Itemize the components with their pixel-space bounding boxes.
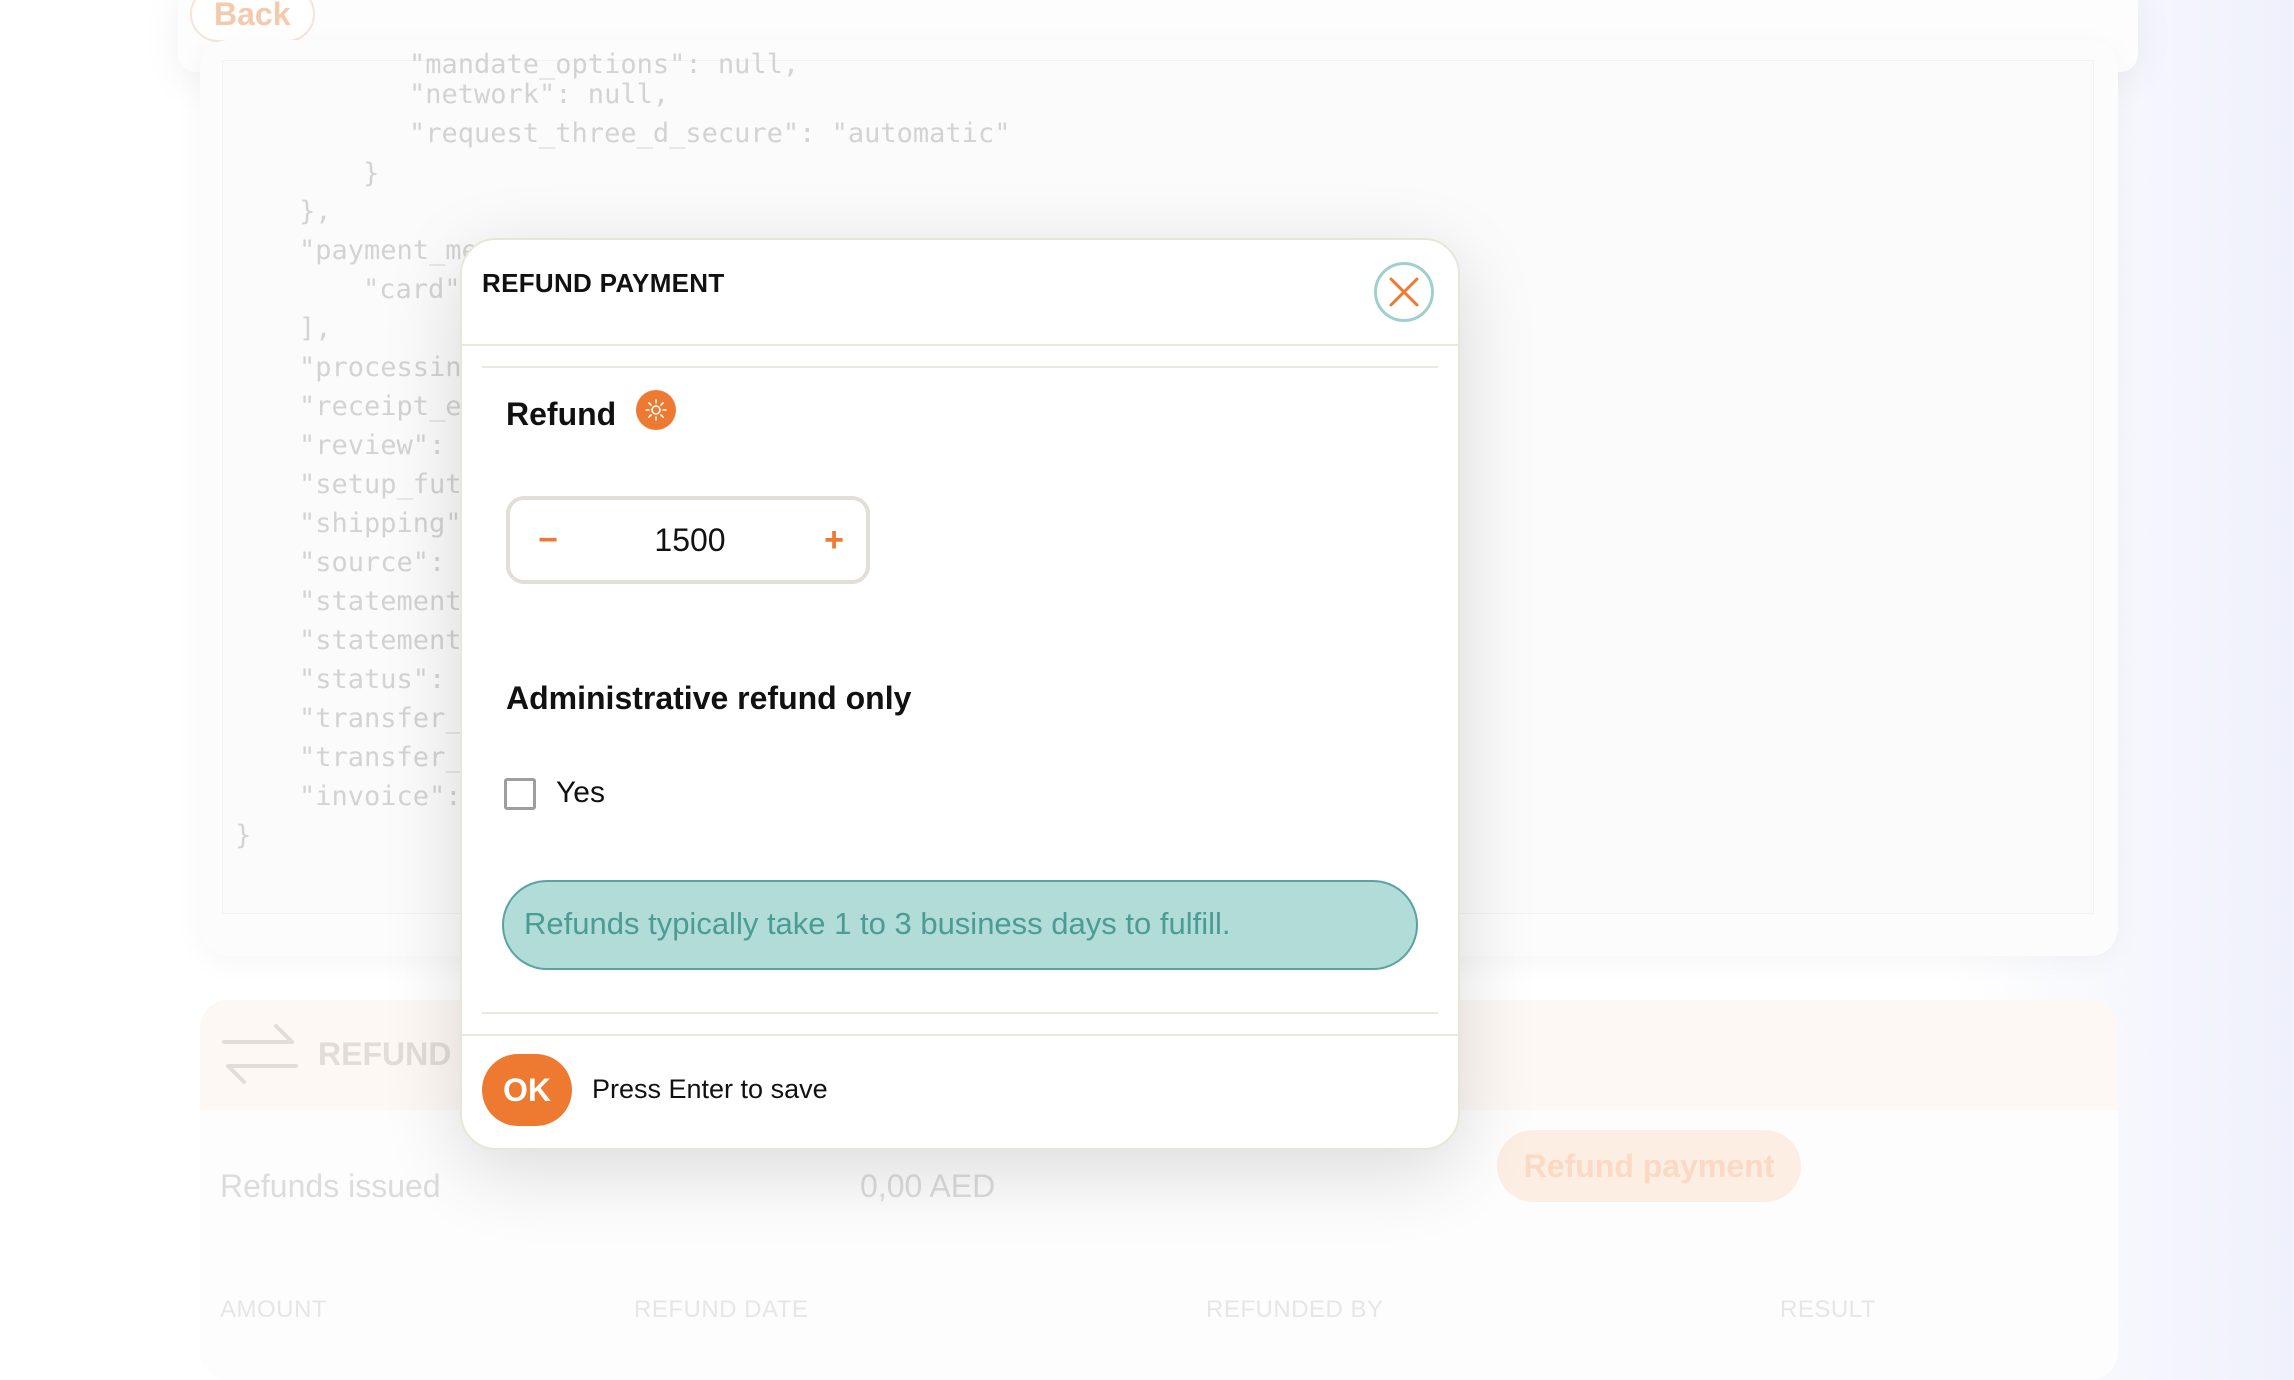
json-line: "source": n [299,547,478,578]
column-header-amount: AMOUNT [220,1296,327,1323]
ok-button[interactable]: OK [482,1054,572,1126]
refund-amount-input[interactable]: 1500 [590,514,790,566]
close-button[interactable] [1374,262,1434,322]
json-line: "invoice": [299,781,462,812]
json-line: "transfer_d [299,703,478,734]
json-line: "transfer_g [299,742,478,773]
json-line: "receipt_em [299,391,478,422]
refund-amount-stepper[interactable]: − 1500 + [506,496,870,584]
json-line: "statement_ [299,586,478,617]
footer-top-border [462,1034,1458,1036]
json-line: "network": null, [409,79,670,110]
refund-payment-dialog: REFUND PAYMENT Refund − 1500 + Administr… [460,238,1460,1150]
refund-label: Refund [506,396,617,432]
refunds-issued-label: Refunds issued [220,1168,441,1204]
swap-arrows-icon [220,1020,300,1095]
json-line: "request_three_d_secure": "automatic" [409,118,1011,149]
json-line: } [235,820,252,851]
column-header-result: RESULT [1780,1296,1876,1323]
refund-payment-button[interactable]: Refund payment [1497,1130,1801,1202]
checkbox-label[interactable]: Yes [556,776,605,810]
json-line: }, [299,196,332,227]
json-line: "status": " [299,664,478,695]
refunds-issued-value: 0,00 AED [860,1168,996,1204]
json-line: "setup_futu [299,469,478,500]
json-line: ], [299,313,332,344]
json-line: } [363,158,380,189]
json-line: "review": n [299,430,478,461]
back-button[interactable]: Back [190,0,315,42]
decrement-button[interactable]: − [524,514,572,566]
json-line: "shipping" [299,508,462,539]
json-line: "card" [363,274,461,305]
json-line: "payment_me [299,235,478,266]
dialog-title: REFUND PAYMENT [482,268,725,298]
footer-divider [482,1012,1438,1014]
column-header-refunded-by: REFUNDED BY [1206,1296,1384,1323]
administrative-refund-checkbox[interactable] [504,778,536,810]
notice-text: Refunds typically take 1 to 3 business d… [524,906,1231,941]
json-line: "processing [299,352,478,383]
column-header-refund-date: REFUND DATE [634,1296,809,1323]
section-divider [482,366,1438,368]
header-divider [462,344,1458,346]
refund-info[interactable] [636,390,676,430]
administrative-refund-label: Administrative refund only [506,680,912,716]
save-hint: Press Enter to save [592,1074,828,1104]
json-line: "mandate_options": null, [409,49,800,80]
refund-section-title: REFUND [318,1036,452,1072]
increment-button[interactable]: + [810,514,858,566]
json-line: "statement_ [299,625,478,656]
refund-timing-notice: Refunds typically take 1 to 3 business d… [502,880,1418,970]
